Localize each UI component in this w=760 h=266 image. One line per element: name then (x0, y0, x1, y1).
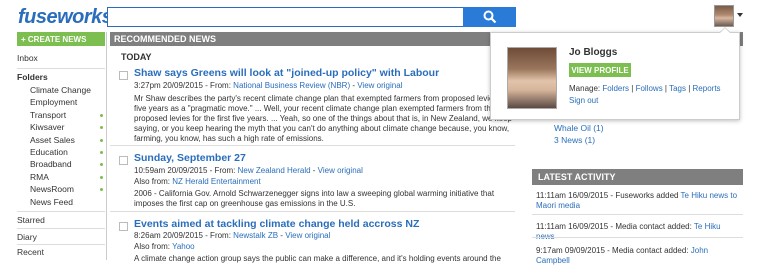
divider (17, 68, 105, 69)
article-divider (110, 211, 515, 212)
sidebar-folder-education[interactable]: Education (30, 147, 105, 157)
unread-dot (100, 151, 103, 154)
sidebar: + CREATE NEWS Inbox Folders Climate Chan… (0, 32, 106, 260)
article-source-link[interactable]: National Business Review (NBR) (233, 81, 350, 90)
article-checkbox[interactable] (119, 71, 128, 80)
sidebar-folder-transport[interactable]: Transport (30, 110, 105, 120)
article-source-link[interactable]: Newstalk ZB (233, 231, 278, 240)
sidebar-folder-employment[interactable]: Employment (30, 97, 105, 107)
profile-photo (507, 47, 557, 109)
unread-dot (100, 139, 103, 142)
folders-heading: Folders (17, 72, 48, 82)
sidebar-folder-climate-change[interactable]: Climate Change (30, 85, 105, 95)
sidebar-item-starred[interactable]: Starred (17, 215, 105, 225)
view-profile-button[interactable]: VIEW PROFILE (569, 63, 631, 77)
divider (17, 211, 105, 212)
source-3-news[interactable]: 3 News (1) (554, 135, 595, 145)
activity-divider (532, 214, 743, 215)
unread-dot (100, 126, 103, 129)
also-from-link[interactable]: Yahoo (172, 242, 195, 251)
article-meta: 3:27pm 20/09/2015 - From: National Busin… (134, 81, 402, 90)
separator: - (310, 166, 318, 175)
article-snippet: Mr Shaw describes the party's recent cli… (134, 94, 512, 143)
also-from: Also from: NZ Herald Entertainment (134, 177, 261, 186)
activity-item: 9:17am 09/09/2015 - Media contact added:… (536, 246, 741, 266)
also-from-label: Also from: (134, 177, 173, 186)
sidebar-item-diary[interactable]: Diary (17, 232, 105, 242)
article-divider (110, 145, 515, 146)
unread-dot (100, 114, 103, 117)
sign-out-link[interactable]: Sign out (569, 96, 598, 105)
article-snippet: 2006 - California Gov. Arnold Schwarzene… (134, 189, 495, 208)
sidebar-folder-asset-sales[interactable]: Asset Sales (30, 135, 105, 145)
activity-text: 11:11am 16/09/2015 - Fuseworks added (536, 191, 681, 200)
article-time: 3:27pm 20/09/2015 - From: (134, 81, 234, 90)
fuseworks-logo[interactable]: fuseworks (18, 6, 113, 29)
article-meta: 8:26am 20/09/2015 - From: Newstalk ZB - … (134, 231, 330, 240)
article-title[interactable]: Events aimed at tackling climate change … (134, 218, 419, 230)
view-original-link[interactable]: View original (318, 166, 363, 175)
popup-pointer-inner (720, 28, 730, 33)
sidebar-folder-newsroom[interactable]: NewsRoom (30, 184, 105, 194)
sidebar-item-inbox[interactable]: Inbox (17, 53, 105, 63)
manage-label: Manage: (569, 84, 603, 93)
recommended-news-header: RECOMMENDED NEWS (110, 32, 515, 46)
activity-item: 11:11am 16/09/2015 - Fuseworks added Te … (536, 191, 741, 211)
unread-dot (100, 188, 103, 191)
article-title[interactable]: Sunday, September 27 (134, 152, 246, 164)
source-whale-oil[interactable]: Whale Oil (1) (554, 123, 604, 133)
latest-activity-header: LATEST ACTIVITY (532, 169, 743, 185)
sidebar-folder-kiwsaver[interactable]: Kiwsaver (30, 122, 105, 132)
divider (17, 244, 105, 245)
article-snippet: A climate change action group says the p… (134, 254, 501, 263)
article-checkbox[interactable] (119, 156, 128, 165)
article-meta: 10:59am 20/09/2015 - From: New Zealand H… (134, 166, 363, 175)
sidebar-folder-broadband[interactable]: Broadband (30, 159, 105, 169)
manage-tags-link[interactable]: Tags (669, 84, 686, 93)
article-title[interactable]: Shaw says Greens will look at "joined-up… (134, 67, 439, 79)
search-icon (483, 10, 496, 24)
also-from-link[interactable]: NZ Herald Entertainment (172, 177, 260, 186)
also-from-label: Also from: (134, 242, 173, 251)
unread-dot (100, 176, 103, 179)
unread-dot (100, 163, 103, 166)
article-checkbox[interactable] (119, 222, 128, 231)
article-time: 10:59am 20/09/2015 - From: (134, 166, 238, 175)
create-news-button[interactable]: + CREATE NEWS (17, 32, 105, 46)
user-menu-popup: Jo Bloggs VIEW PROFILE Manage: Folders |… (490, 32, 740, 120)
sidebar-item-recent[interactable]: Recent (17, 247, 105, 257)
activity-divider (532, 237, 743, 238)
search-button[interactable] (463, 7, 516, 27)
sidebar-folder-news-feed[interactable]: News Feed (30, 197, 105, 207)
manage-follows-link[interactable]: Follows (636, 84, 663, 93)
activity-text: 9:17am 09/09/2015 - Media contact added: (536, 246, 691, 255)
today-heading: TODAY (121, 52, 152, 62)
search-input[interactable] (107, 7, 463, 27)
manage-links: Manage: Folders | Follows | Tags | Repor… (569, 84, 721, 93)
chevron-down-icon[interactable] (737, 13, 743, 17)
sidebar-divider (106, 32, 107, 260)
user-avatar[interactable] (714, 5, 734, 27)
view-original-link[interactable]: View original (357, 81, 402, 90)
also-from: Also from: Yahoo (134, 242, 195, 251)
header-bar: fuseworks (0, 0, 760, 34)
activity-text: 11:11am 16/09/2015 - Media contact added… (536, 222, 694, 231)
article-time: 8:26am 20/09/2015 - From: (134, 231, 234, 240)
manage-folders-link[interactable]: Folders (602, 84, 629, 93)
view-original-link[interactable]: View original (285, 231, 330, 240)
activity-item: 11:11am 16/09/2015 - Media contact added… (536, 222, 741, 242)
divider (17, 228, 105, 229)
recommended-news-panel: RECOMMENDED NEWS TODAY Shaw says Greens … (110, 32, 515, 263)
article-source-link[interactable]: New Zealand Herald (238, 166, 311, 175)
manage-reports-link[interactable]: Reports (693, 84, 721, 93)
user-name: Jo Bloggs (569, 47, 618, 58)
sidebar-folder-rma[interactable]: RMA (30, 172, 105, 182)
